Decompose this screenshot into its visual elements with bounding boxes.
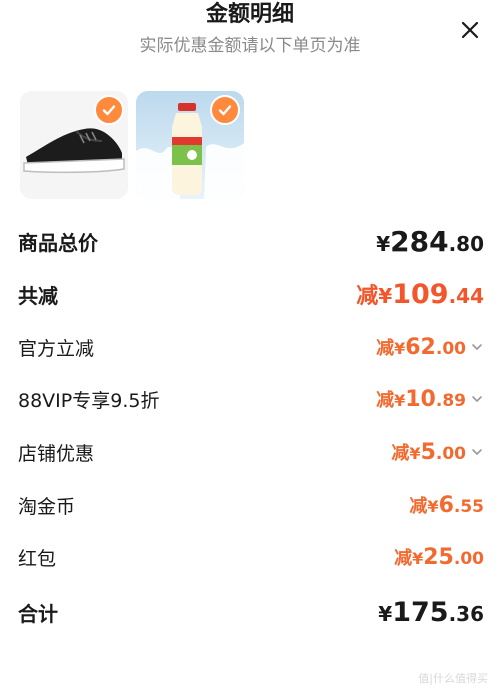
official-discount-amount: 减 ¥ 62 .00	[376, 334, 484, 360]
close-button[interactable]	[456, 16, 484, 44]
page-subtitle: 实际优惠金额请以下单页为准	[139, 36, 361, 56]
row-label: 店铺优惠	[18, 442, 95, 465]
row-label: 共减	[18, 283, 58, 308]
product-thumb-milk-drink[interactable]	[136, 91, 244, 199]
row-official-discount[interactable]: 官方立减 减 ¥ 62 .00	[18, 330, 484, 364]
check-icon	[218, 105, 232, 116]
subtotal-amount: ¥ 284 .80	[376, 224, 484, 258]
chevron-down-icon	[472, 344, 482, 350]
row-label: 红包	[18, 547, 57, 570]
store-discount-amount: 减 ¥ 5 .00	[391, 439, 484, 465]
watermark: 值|什么值得买	[418, 672, 488, 685]
taojinbi-amount: 减 ¥ 6 .55	[409, 493, 484, 518]
chevron-down-icon	[472, 396, 482, 402]
product-thumb-sneaker[interactable]	[20, 91, 128, 199]
row-label: 88VIP专享9.5折	[18, 389, 160, 412]
header: 金额明细 实际优惠金额请以下单页为准	[0, 0, 500, 68]
page-title: 金额明细	[205, 2, 294, 27]
row-total: 合计 ¥ 175 .36	[18, 593, 484, 631]
row-subtotal: 商品总价 ¥ 284 .80	[18, 222, 484, 260]
chevron-down-icon	[472, 449, 482, 455]
row-label: 淘金币	[18, 495, 76, 518]
close-icon[interactable]	[456, 16, 484, 44]
row-label: 官方立减	[18, 337, 95, 360]
hongbao-amount: 减 ¥ 25 .00	[394, 545, 484, 570]
row-label: 合计	[18, 601, 58, 626]
selected-check[interactable]	[210, 95, 240, 125]
selected-check[interactable]	[94, 95, 124, 125]
total-amount: ¥ 175 .36	[378, 596, 484, 628]
row-vip-discount[interactable]: 88VIP专享9.5折 减 ¥ 10 .89	[18, 382, 484, 416]
row-label: 商品总价	[18, 230, 98, 255]
row-taojinbi: 淘金币 减 ¥ 6 .55	[18, 488, 484, 522]
row-store-discount[interactable]: 店铺优惠 减 ¥ 5 .00	[18, 435, 484, 469]
check-icon	[102, 105, 116, 116]
total-discount-amount: 减 ¥ 109 .44	[356, 279, 484, 310]
row-total-discount: 共减 减 ¥ 109 .44	[18, 275, 484, 313]
vip-discount-amount: 减 ¥ 10 .89	[376, 386, 484, 412]
row-hongbao: 红包 减 ¥ 25 .00	[18, 540, 484, 574]
